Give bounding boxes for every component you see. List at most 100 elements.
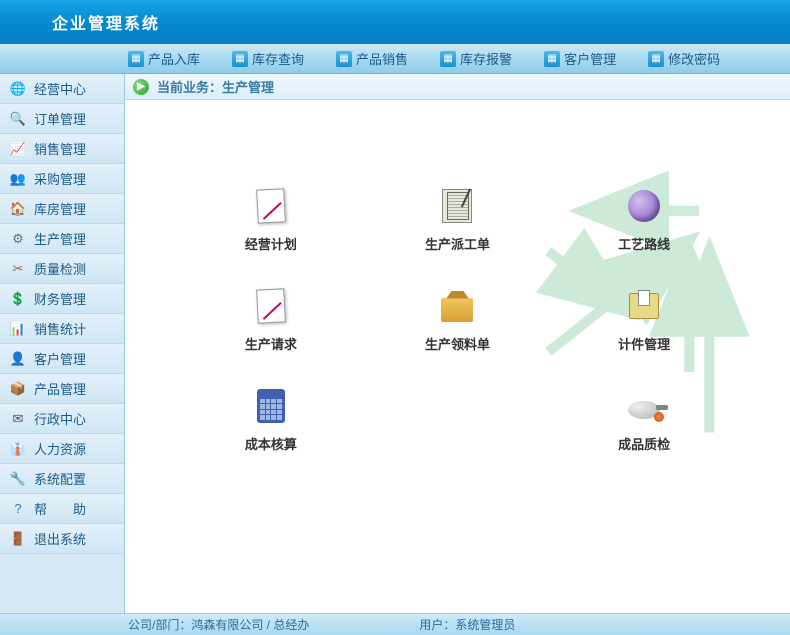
sidebar-icon: 🚪 bbox=[10, 531, 26, 547]
sidebar-item-1[interactable]: 🔍 订单管理 bbox=[0, 104, 124, 134]
sidebar-label: 销售管理 bbox=[34, 139, 86, 158]
module-0[interactable]: 经营计划 bbox=[178, 170, 365, 270]
sidebar-label: 库房管理 bbox=[34, 199, 86, 218]
sidebar-label: 人力资源 bbox=[34, 439, 86, 458]
module-3[interactable]: 生产请求 bbox=[178, 270, 365, 370]
toolbar-icon: ▦ bbox=[336, 51, 352, 67]
sidebar-icon: 📊 bbox=[10, 321, 26, 337]
sidebar-label: 经营中心 bbox=[34, 79, 86, 98]
sidebar-icon: 🌐 bbox=[10, 81, 26, 97]
module-grid: 经营计划 生产派工单工艺路线生产请求 生产领料单 计件管理成本核算 成品质检 bbox=[178, 170, 738, 470]
sidebar-item-11[interactable]: ✉ 行政中心 bbox=[0, 404, 124, 434]
sidebar-label: 生产管理 bbox=[34, 229, 86, 248]
sidebar-item-14[interactable]: ? 帮 助 bbox=[0, 494, 124, 524]
sidebar-label: 财务管理 bbox=[34, 289, 86, 308]
module-label: 成本核算 bbox=[245, 434, 297, 453]
module-4[interactable]: 生产领料单 bbox=[364, 270, 551, 370]
module-label: 成品质检 bbox=[618, 434, 670, 453]
status-bar: 公司/部门：鸿森有限公司 / 总经办 用户：系统管理员 bbox=[0, 613, 790, 635]
module-label: 计件管理 bbox=[618, 334, 670, 353]
sidebar-item-6[interactable]: ✂ 质量检测 bbox=[0, 254, 124, 284]
workspace: 经营计划 生产派工单工艺路线生产请求 生产领料单 计件管理成本核算 成品质检 bbox=[125, 100, 790, 613]
sidebar-icon: ✂ bbox=[10, 261, 26, 277]
sidebar-label: 帮 助 bbox=[34, 499, 86, 518]
module-label: 生产请求 bbox=[245, 334, 297, 353]
toolbar-label: 产品销售 bbox=[356, 49, 408, 68]
sidebar-item-15[interactable]: 🚪 退出系统 bbox=[0, 524, 124, 554]
breadcrumb-text: 当前业务：生产管理 bbox=[157, 77, 274, 96]
toolbar-label: 客户管理 bbox=[564, 49, 616, 68]
sidebar-icon: ⚙ bbox=[10, 231, 26, 247]
notepad-icon bbox=[253, 188, 289, 224]
toolbar-label: 产品入库 bbox=[148, 49, 200, 68]
module-5[interactable]: 计件管理 bbox=[551, 270, 738, 370]
sidebar-item-0[interactable]: 🌐 经营中心 bbox=[0, 74, 124, 104]
sidebar-item-5[interactable]: ⚙ 生产管理 bbox=[0, 224, 124, 254]
sidebar-label: 销售统计 bbox=[34, 319, 86, 338]
form-icon bbox=[439, 188, 475, 224]
sidebar-label: 质量检测 bbox=[34, 259, 86, 278]
status-user: 用户：系统管理员 bbox=[419, 616, 515, 633]
app-header: 企业管理系统 bbox=[0, 0, 790, 44]
toolbar-item-1[interactable]: ▦库存查询 bbox=[232, 49, 304, 68]
toolbar-icon: ▦ bbox=[648, 51, 664, 67]
sidebar-icon: 📈 bbox=[10, 141, 26, 157]
sidebar-icon: ✉ bbox=[10, 411, 26, 427]
content-area: ▶ 当前业务：生产管理 经营计划生产派工 bbox=[125, 74, 790, 613]
toolbar-icon: ▦ bbox=[232, 51, 248, 67]
breadcrumb-icon: ▶ bbox=[133, 79, 149, 95]
toolbar-label: 修改密码 bbox=[668, 49, 720, 68]
pan-icon bbox=[626, 388, 662, 424]
sidebar-icon: 👥 bbox=[10, 171, 26, 187]
app-title: 企业管理系统 bbox=[52, 10, 160, 34]
toolbar-item-3[interactable]: ▦库存报警 bbox=[440, 49, 512, 68]
box-icon bbox=[439, 288, 475, 324]
toolbar-item-2[interactable]: ▦产品销售 bbox=[336, 49, 408, 68]
sidebar-item-10[interactable]: 📦 产品管理 bbox=[0, 374, 124, 404]
toolbar-item-4[interactable]: ▦客户管理 bbox=[544, 49, 616, 68]
sidebar-icon: 👤 bbox=[10, 351, 26, 367]
calc-icon bbox=[253, 388, 289, 424]
sidebar-label: 行政中心 bbox=[34, 409, 86, 428]
eclipse-icon bbox=[626, 188, 662, 224]
sidebar-icon: 🔧 bbox=[10, 471, 26, 487]
module-8[interactable]: 成品质检 bbox=[551, 370, 738, 470]
sidebar-label: 客户管理 bbox=[34, 349, 86, 368]
sidebar-icon: 🔍 bbox=[10, 111, 26, 127]
sidebar-icon: 🏠 bbox=[10, 201, 26, 217]
breadcrumb-prefix: 当前业务： bbox=[157, 80, 222, 95]
sidebar-item-8[interactable]: 📊 销售统计 bbox=[0, 314, 124, 344]
module-2[interactable]: 工艺路线 bbox=[551, 170, 738, 270]
notepad-icon bbox=[253, 288, 289, 324]
sidebar-item-9[interactable]: 👤 客户管理 bbox=[0, 344, 124, 374]
sidebar-icon: ? bbox=[10, 501, 26, 517]
sidebar-item-4[interactable]: 🏠 库房管理 bbox=[0, 194, 124, 224]
toolbar-icon: ▦ bbox=[440, 51, 456, 67]
sidebar-icon: 📦 bbox=[10, 381, 26, 397]
module-label: 工艺路线 bbox=[618, 234, 670, 253]
sidebar-item-7[interactable]: 💲 财务管理 bbox=[0, 284, 124, 314]
module-6[interactable]: 成本核算 bbox=[178, 370, 365, 470]
sidebar-item-2[interactable]: 📈 销售管理 bbox=[0, 134, 124, 164]
sidebar-item-12[interactable]: 👔 人力资源 bbox=[0, 434, 124, 464]
toolbar-icon: ▦ bbox=[544, 51, 560, 67]
sidebar-item-3[interactable]: 👥 采购管理 bbox=[0, 164, 124, 194]
module-1[interactable]: 生产派工单 bbox=[364, 170, 551, 270]
status-company: 公司/部门：鸿森有限公司 / 总经办 bbox=[128, 616, 309, 633]
sidebar-icon: 👔 bbox=[10, 441, 26, 457]
toolbar-item-5[interactable]: ▦修改密码 bbox=[648, 49, 720, 68]
toolbar-icon: ▦ bbox=[128, 51, 144, 67]
sidebar-item-13[interactable]: 🔧 系统配置 bbox=[0, 464, 124, 494]
sidebar-label: 产品管理 bbox=[34, 379, 86, 398]
sidebar-label: 采购管理 bbox=[34, 169, 86, 188]
sidebar-label: 订单管理 bbox=[34, 109, 86, 128]
sidebar-label: 系统配置 bbox=[34, 469, 86, 488]
toolbar-label: 库存报警 bbox=[460, 49, 512, 68]
module-label: 经营计划 bbox=[245, 234, 297, 253]
breadcrumb-current: 生产管理 bbox=[222, 80, 274, 95]
folder-icon bbox=[626, 288, 662, 324]
sidebar-icon: 💲 bbox=[10, 291, 26, 307]
toolbar-item-0[interactable]: ▦产品入库 bbox=[128, 49, 200, 68]
module-label: 生产领料单 bbox=[425, 334, 490, 353]
sidebar-label: 退出系统 bbox=[34, 529, 86, 548]
